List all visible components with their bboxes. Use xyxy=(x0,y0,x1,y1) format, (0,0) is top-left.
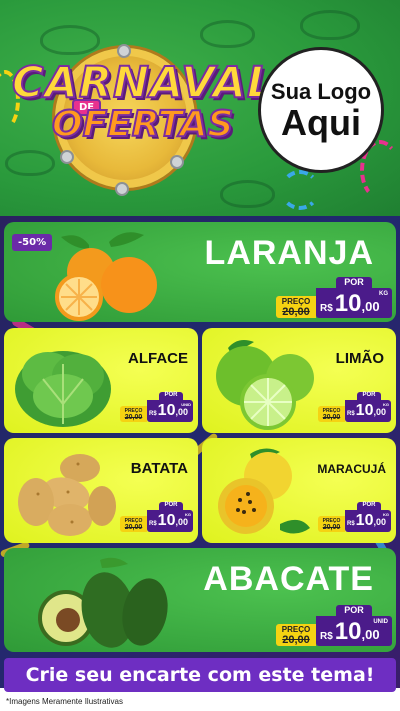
mask-decoration xyxy=(40,25,100,55)
unit-label: KG xyxy=(383,512,389,517)
lime-icon xyxy=(216,340,314,430)
mask-decoration xyxy=(220,180,275,208)
header-banner: CARNAVAL DE OFERTAS Sua Logo Aqui xyxy=(0,0,400,222)
old-price: 20,00 xyxy=(124,413,143,421)
por-label: POR xyxy=(357,392,381,401)
price-decimal: ,00 xyxy=(373,517,386,527)
price-box: PREÇO 20,00 POR R$ 10 ,00 KG xyxy=(276,277,392,318)
price-label: PREÇO xyxy=(281,624,311,634)
price-decimal: ,00 xyxy=(361,299,380,314)
price-integer: 10 xyxy=(355,402,374,419)
tambourine-bell xyxy=(117,44,131,58)
price-integer: 10 xyxy=(334,618,362,645)
currency: R$ xyxy=(149,411,157,417)
product-name: ALFACE xyxy=(128,350,188,367)
unit-label: KG xyxy=(185,512,191,517)
cta-banner[interactable]: Crie seu encarte com este tema! xyxy=(4,658,396,692)
old-price: 20,00 xyxy=(124,523,143,531)
price-box: PREÇO 20,00 POR R$ 10 ,00 KG xyxy=(318,392,391,422)
mask-decoration xyxy=(5,150,55,176)
lettuce-icon xyxy=(15,351,111,427)
por-label: POR xyxy=(159,392,183,401)
logo-placeholder[interactable]: Sua Logo Aqui xyxy=(258,47,384,173)
por-label: POR xyxy=(357,502,381,511)
price-decimal: ,00 xyxy=(175,407,188,417)
avocado-icon xyxy=(38,557,168,648)
unit-label: KG xyxy=(379,291,388,297)
mask-decoration xyxy=(200,20,255,48)
price-label: PREÇO xyxy=(281,296,311,306)
streamer-decoration xyxy=(280,170,320,210)
product-name: LIMÃO xyxy=(335,350,384,367)
product-card-maracuja[interactable]: MARACUJÁ PREÇO 20,00 POR R$ 10 ,00 KG xyxy=(202,438,396,543)
old-price: 20,00 xyxy=(282,305,310,318)
discount-badge: -50% xyxy=(12,234,53,251)
product-card-laranja[interactable]: -50% LARANJA PREÇO 20,00 POR R$ 10 ,00 K… xyxy=(4,222,396,322)
product-name: ABACATE xyxy=(203,560,374,598)
price-decimal: ,00 xyxy=(361,627,380,642)
price-box: PREÇO 20,00 POR R$ 10 ,00 UNID xyxy=(120,392,193,422)
por-label: POR xyxy=(336,277,372,289)
tambourine-bell xyxy=(115,182,129,196)
product-card-abacate[interactable]: ABACATE PREÇO 20,00 POR R$ 10 ,00 UNID xyxy=(4,548,396,652)
disclaimer: *Imagens Meramente Ilustrativas xyxy=(6,697,123,706)
logo-text-line2: Aqui xyxy=(281,102,361,143)
potato-icon xyxy=(18,454,116,536)
currency: R$ xyxy=(320,303,333,314)
title-carnaval: CARNAVAL xyxy=(11,57,276,109)
por-label: POR xyxy=(159,502,183,511)
currency: R$ xyxy=(347,411,355,417)
product-name: MARACUJÁ xyxy=(317,462,386,476)
price-decimal: ,00 xyxy=(175,517,188,527)
currency: R$ xyxy=(347,521,355,527)
price-integer: 10 xyxy=(157,512,176,529)
title-ofertas: OFERTAS xyxy=(51,103,234,146)
product-card-limao[interactable]: LIMÃO PREÇO 20,00 POR R$ 10 ,00 KG xyxy=(202,328,396,433)
product-card-alface[interactable]: ALFACE PREÇO 20,00 POR R$ 10 ,00 UNID xyxy=(4,328,198,433)
product-name: BATATA xyxy=(130,460,188,477)
old-price: 20,00 xyxy=(282,633,310,646)
currency: R$ xyxy=(320,631,333,642)
price-box: PREÇO 20,00 POR R$ 10 ,00 KG xyxy=(318,502,391,532)
tambourine-bell xyxy=(60,150,74,164)
price-decimal: ,00 xyxy=(373,407,386,417)
por-label: POR xyxy=(336,605,372,617)
product-card-batata[interactable]: BATATA PREÇO 20,00 POR R$ 10 ,00 KG xyxy=(4,438,198,543)
passion-fruit-icon xyxy=(218,448,310,534)
price-box: PREÇO 20,00 POR R$ 10 ,00 KG xyxy=(120,502,193,532)
unit-label: KG xyxy=(383,402,389,407)
unit-label: UNID xyxy=(373,619,388,625)
price-integer: 10 xyxy=(334,290,362,317)
old-price: 20,00 xyxy=(322,523,341,531)
price-box: PREÇO 20,00 POR R$ 10 ,00 UNID xyxy=(276,605,392,646)
currency: R$ xyxy=(149,521,157,527)
orange-icon xyxy=(55,232,157,321)
old-price: 20,00 xyxy=(322,413,341,421)
unit-label: UNID xyxy=(181,402,191,407)
price-integer: 10 xyxy=(157,402,176,419)
price-integer: 10 xyxy=(355,512,374,529)
tambourine-bell xyxy=(170,155,184,169)
product-name: LARANJA xyxy=(204,234,374,272)
